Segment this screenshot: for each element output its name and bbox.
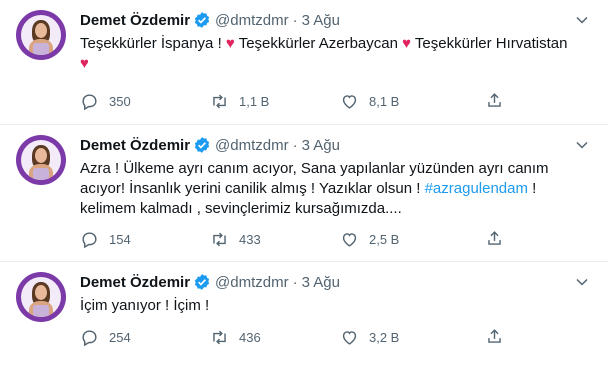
heart-emoji-icon: ♥ (402, 35, 412, 52)
retweet-icon (210, 230, 229, 249)
verified-badge-icon (193, 11, 211, 29)
tweet[interactable]: Demet Özdemir @dmtzdmr · 3 Ağu Azra ! Ül… (0, 125, 608, 262)
tweet[interactable]: Demet Özdemir @dmtzdmr · 3 Ağu Teşekkürl… (0, 0, 608, 125)
avatar[interactable] (16, 272, 66, 322)
like-button[interactable]: 8,1 B (340, 92, 470, 111)
reply-icon (80, 230, 99, 249)
handle[interactable]: @dmtzdmr (215, 274, 289, 291)
text-segment: Teşekkürler Azerbaycan (234, 35, 403, 52)
action-bar: 254 436 3,2 B (80, 327, 510, 347)
reply-count: 154 (109, 231, 131, 247)
like-icon (340, 230, 359, 249)
tweet-header: Demet Özdemir @dmtzdmr · 3 Ağu (80, 135, 596, 155)
verified-badge-icon (193, 136, 211, 154)
tweet-text: Teşekkürler İspanya ! ♥ Teşekkürler Azer… (80, 34, 596, 74)
display-name[interactable]: Demet Özdemir (80, 12, 190, 29)
display-name[interactable]: Demet Özdemir (80, 137, 190, 154)
text-segment: Teşekkürler Hırvatistan (411, 35, 568, 52)
caret-down-icon[interactable] (572, 135, 592, 155)
retweet-button[interactable]: 1,1 B (210, 92, 340, 111)
timestamp[interactable]: 3 Ağu (302, 274, 340, 291)
tweet-text: İçim yanıyor ! İçim ! (80, 297, 210, 314)
reply-count: 350 (109, 93, 131, 109)
reply-button[interactable]: 154 (80, 230, 210, 249)
reply-icon (80, 328, 99, 347)
like-button[interactable]: 2,5 B (340, 230, 470, 249)
timestamp[interactable]: 3 Ağu (302, 137, 340, 154)
separator-dot: · (292, 273, 298, 291)
reply-count: 254 (109, 329, 131, 345)
separator-dot: · (292, 11, 298, 29)
action-bar: 350 1,1 B 8,1 B (80, 91, 510, 111)
avatar[interactable] (16, 10, 66, 60)
like-icon (340, 328, 359, 347)
like-count: 3,2 B (369, 329, 400, 345)
share-icon[interactable] (485, 91, 504, 110)
separator-dot: · (292, 136, 298, 154)
tweet[interactable]: Demet Özdemir @dmtzdmr · 3 Ağu İçim yanı… (0, 262, 608, 370)
retweet-count: 1,1 B (239, 93, 270, 109)
tweet-text: Azra ! Ülkeme ayrı canım acıyor, Sana ya… (80, 159, 596, 219)
reply-icon (80, 92, 99, 111)
display-name[interactable]: Demet Özdemir (80, 274, 190, 291)
retweet-icon (210, 328, 229, 347)
heart-emoji-icon: ♥ (225, 35, 235, 52)
caret-down-icon[interactable] (572, 272, 592, 292)
handle[interactable]: @dmtzdmr (215, 137, 289, 154)
tweet-header: Demet Özdemir @dmtzdmr · 3 Ağu (80, 10, 596, 30)
avatar[interactable] (16, 135, 66, 185)
like-count: 2,5 B (369, 231, 400, 247)
retweet-count: 436 (239, 329, 261, 345)
handle[interactable]: @dmtzdmr (215, 12, 289, 29)
heart-emoji-icon: ♥ (80, 55, 89, 72)
text-segment: Teşekkürler İspanya ! (80, 35, 226, 52)
retweet-icon (210, 92, 229, 111)
like-icon (340, 92, 359, 111)
share-icon[interactable] (485, 229, 504, 248)
timestamp[interactable]: 3 Ağu (302, 12, 340, 29)
share-icon[interactable] (485, 327, 504, 346)
reply-button[interactable]: 254 (80, 328, 210, 347)
tweet-header: Demet Özdemir @dmtzdmr · 3 Ağu (80, 272, 596, 292)
verified-badge-icon (193, 273, 211, 291)
hashtag-link[interactable]: #azragulendam (425, 180, 528, 197)
retweet-button[interactable]: 433 (210, 230, 340, 249)
retweet-count: 433 (239, 231, 261, 247)
caret-down-icon[interactable] (572, 10, 592, 30)
action-bar: 154 433 2,5 B (80, 229, 510, 249)
reply-button[interactable]: 350 (80, 92, 210, 111)
retweet-button[interactable]: 436 (210, 328, 340, 347)
like-button[interactable]: 3,2 B (340, 328, 470, 347)
like-count: 8,1 B (369, 93, 400, 109)
